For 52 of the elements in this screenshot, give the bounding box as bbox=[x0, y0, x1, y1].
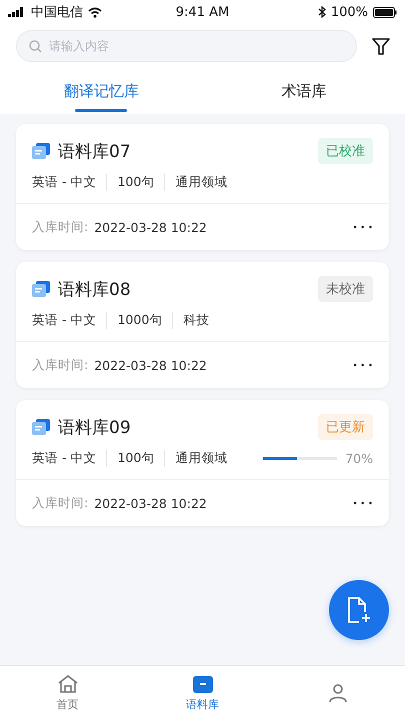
more-button[interactable]: • • • bbox=[354, 222, 373, 232]
box-icon bbox=[192, 674, 214, 694]
domain-label: 科技 bbox=[172, 312, 220, 329]
nav-label: 首页 bbox=[56, 697, 78, 712]
person-icon bbox=[326, 683, 348, 703]
corpus-card[interactable]: 语料库09 已更新 英语 - 中文 100句 通用领域 70% 入库时间: 2022-03-28 10:22 • • • bbox=[16, 400, 389, 526]
import-time: 2022-03-28 10:22 bbox=[94, 220, 208, 234]
add-file-button[interactable] bbox=[329, 580, 389, 640]
status-badge: 已校准 bbox=[318, 138, 373, 164]
time-label: 入库时间: bbox=[32, 356, 88, 374]
more-button[interactable]: • • • bbox=[354, 498, 373, 508]
document-icon bbox=[32, 281, 50, 297]
status-badge: 未校准 bbox=[318, 276, 373, 302]
domain-label: 通用领域 bbox=[164, 450, 238, 467]
clock-time: 9:41 AM bbox=[176, 4, 230, 20]
nav-tab[interactable]: 首页 bbox=[0, 666, 135, 720]
corpus-name: 语料库08 bbox=[58, 278, 132, 300]
battery-percent: 100% bbox=[330, 4, 368, 20]
language-pair: 英语 - 中文 bbox=[32, 312, 98, 329]
domain-label: 通用领域 bbox=[164, 174, 238, 191]
language-pair: 英语 - 中文 bbox=[32, 174, 98, 191]
search-icon bbox=[29, 40, 42, 53]
filter-icon[interactable] bbox=[371, 36, 391, 56]
signal-icon bbox=[8, 7, 26, 17]
corpus-name: 语料库07 bbox=[58, 140, 132, 162]
sentence-count: 1000句 bbox=[106, 312, 172, 329]
file-add-icon bbox=[347, 596, 371, 624]
tab[interactable]: 翻译记忆库 bbox=[0, 68, 202, 114]
corpus-card[interactable]: 语料库08 未校准 英语 - 中文 1000句 科技 入库时间: 2022-03-28 10:22 • • • bbox=[16, 262, 389, 388]
more-button[interactable]: • • • bbox=[354, 360, 373, 370]
carrier-name: 中国电信 bbox=[31, 4, 83, 21]
corpus-name: 语料库09 bbox=[58, 416, 132, 438]
nav-tab[interactable]: 语料库 bbox=[135, 666, 270, 720]
tab[interactable]: 术语库 bbox=[202, 68, 405, 114]
wifi-icon bbox=[88, 6, 102, 18]
status-badge: 已更新 bbox=[318, 414, 373, 440]
document-icon bbox=[32, 419, 50, 435]
import-time: 2022-03-28 10:22 bbox=[94, 496, 208, 510]
bluetooth-icon bbox=[318, 6, 326, 18]
time-label: 入库时间: bbox=[32, 494, 88, 512]
import-time: 2022-03-28 10:22 bbox=[94, 358, 208, 372]
search-field[interactable]: 请输入内容 bbox=[16, 30, 357, 62]
battery-icon bbox=[373, 6, 397, 18]
nav-label: 语料库 bbox=[186, 697, 219, 712]
sentence-count: 100句 bbox=[106, 450, 164, 467]
home-icon bbox=[56, 674, 78, 694]
corpus-card[interactable]: 语料库07 已校准 英语 - 中文 100句 通用领域 入库时间: 2022-03-28 10:22 • • • bbox=[16, 124, 389, 250]
document-icon bbox=[32, 143, 50, 159]
language-pair: 英语 - 中文 bbox=[32, 450, 98, 467]
progress-reading: 70% bbox=[345, 451, 373, 466]
sentence-count: 100句 bbox=[106, 174, 164, 191]
time-label: 入库时间: bbox=[32, 218, 88, 236]
